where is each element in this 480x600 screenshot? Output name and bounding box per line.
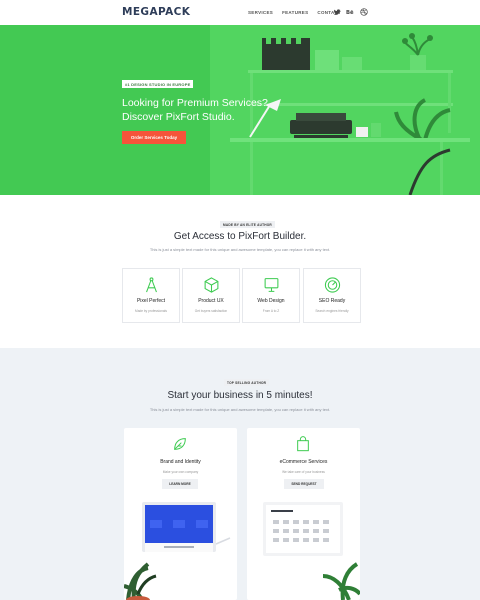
gauge-icon xyxy=(324,277,341,293)
feature-desc: From A to Z xyxy=(262,309,280,313)
feature-title: Pixel Perfect xyxy=(136,298,166,304)
social-links: Bē xyxy=(333,8,368,16)
feature-card-web-design[interactable]: Web Design From A to Z xyxy=(242,268,300,323)
page: MEGAPACK SERVICES FEATURES CONTACT Bē #1… xyxy=(0,0,480,600)
card-title: eCommerce Services xyxy=(279,459,328,465)
access-subtitle: This is just a simple text made for this… xyxy=(149,247,331,252)
access-title: Get Access to PixFort Builder. xyxy=(173,231,307,242)
feature-card-product-ux[interactable]: Product UX Get buyers satisfaction xyxy=(182,268,240,323)
business-subtitle: This is just a simple text made for this… xyxy=(149,407,331,412)
shopping-bag-icon xyxy=(297,436,309,452)
learn-more-button[interactable]: LEARN MORE xyxy=(162,479,198,489)
behance-icon[interactable]: Bē xyxy=(346,8,355,16)
feature-card-pixel-perfect[interactable]: Pixel Perfect Made by professionals xyxy=(122,268,180,323)
service-card-ecommerce[interactable]: eCommerce Services We take care of your … xyxy=(247,428,360,600)
hero-title-line1: Looking for Premium Services? xyxy=(122,97,268,109)
hero-title: Looking for Premium Services? Discover P… xyxy=(122,96,322,124)
send-request-button[interactable]: SEND REQUEST xyxy=(284,479,324,489)
top-selling-badge: TOP SELLING AUTHOR xyxy=(224,379,270,386)
order-services-button[interactable]: Order Services Today xyxy=(122,131,186,144)
monitor-icon xyxy=(264,278,279,292)
hero-title-line2: Discover PixFort Studio. xyxy=(122,111,235,123)
service-card-brand[interactable]: Brand and Identity Make your own company… xyxy=(124,428,237,600)
hero-badge: #1 DESIGN STUDIO IN EUROPE xyxy=(122,80,194,88)
hero-section: #1 DESIGN STUDIO IN EUROPE Looking for P… xyxy=(0,25,480,195)
card-desc: We take care of your business xyxy=(282,470,325,474)
nav-services[interactable]: SERVICES xyxy=(248,10,273,15)
feature-card-seo-ready[interactable]: SEO Ready Search engines friendly xyxy=(303,268,361,323)
business-title: Start your business in 5 minutes! xyxy=(167,390,313,401)
main-nav: SERVICES FEATURES CONTACT xyxy=(248,10,341,15)
feature-title: Product UX xyxy=(198,298,224,304)
twitter-icon[interactable] xyxy=(333,8,341,16)
card-desc: Make your own company xyxy=(162,470,199,474)
site-logo[interactable]: MEGAPACK xyxy=(122,6,190,18)
nav-features[interactable]: FEATURES xyxy=(282,10,308,15)
card-title: Brand and Identity xyxy=(160,459,201,465)
box-icon xyxy=(204,277,219,293)
feature-desc: Made by professionals xyxy=(135,309,167,313)
elite-author-badge: MADE BY AN ELITE AUTHOR xyxy=(220,221,275,228)
laptop-mockup-white xyxy=(263,502,360,600)
feature-title: Web Design xyxy=(257,298,285,304)
feature-desc: Get buyers satisfaction xyxy=(194,309,228,313)
leaf-icon xyxy=(174,438,186,450)
laptop-mockup-blue xyxy=(124,502,231,600)
svg-text:Bē: Bē xyxy=(346,10,354,16)
feature-title: SEO Ready xyxy=(318,298,346,304)
dribbble-icon[interactable] xyxy=(360,8,368,16)
compass-icon xyxy=(146,277,157,293)
feature-desc: Search engines friendly xyxy=(315,309,349,313)
site-header: MEGAPACK SERVICES FEATURES CONTACT Bē xyxy=(0,0,480,25)
